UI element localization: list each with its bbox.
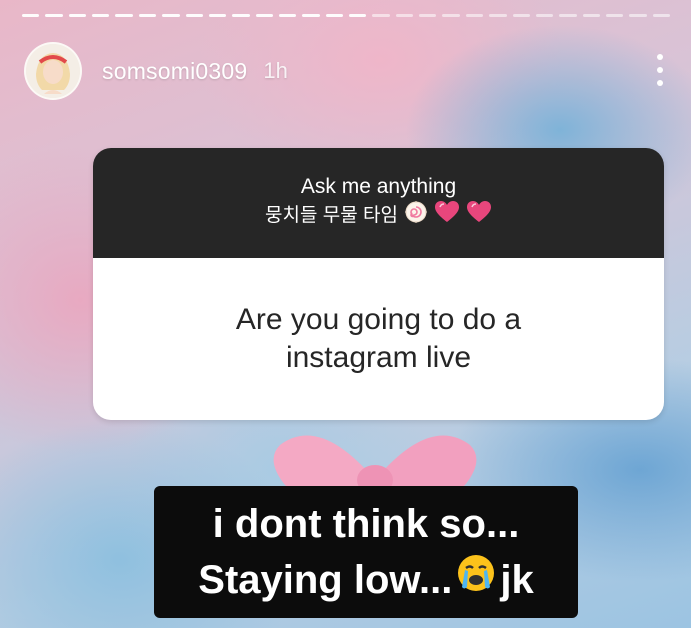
progress-segment	[372, 14, 390, 17]
progress-segment	[22, 14, 40, 17]
story-progress-bar	[22, 14, 671, 18]
progress-segment	[582, 14, 600, 17]
progress-segment	[68, 14, 87, 17]
progress-segment	[255, 14, 273, 17]
progress-segment	[512, 14, 530, 17]
post-time: 1h	[263, 58, 288, 83]
more-vertical-icon[interactable]	[655, 50, 665, 90]
progress-segment	[419, 14, 437, 17]
progress-segment	[349, 14, 367, 17]
progress-segment	[92, 14, 110, 17]
caption-line-2-text: Staying low...	[198, 558, 453, 602]
heart-icon	[434, 200, 460, 232]
progress-segment	[465, 14, 484, 17]
avatar[interactable]	[24, 42, 82, 100]
progress-segment	[489, 14, 507, 17]
progress-segment	[442, 14, 460, 17]
question-sticker: Ask me anything 뭉치들 무물 타임 Are you going …	[93, 148, 664, 420]
question-sticker-body: Are you going to do a instagram live	[93, 258, 664, 420]
caption-line-2-suffix: jk	[500, 558, 534, 602]
progress-segment	[45, 14, 63, 17]
progress-segment	[115, 14, 133, 17]
progress-segment	[278, 14, 297, 17]
fish-cake-icon	[404, 200, 428, 232]
question-sticker-title: Ask me anything	[300, 175, 457, 198]
crying-face-icon	[456, 552, 496, 608]
question-sticker-header: Ask me anything 뭉치들 무물 타임	[93, 148, 664, 258]
progress-segment	[302, 14, 320, 17]
story-caption: i dont think so... Staying low... jk	[154, 486, 578, 618]
progress-segment	[535, 14, 554, 17]
progress-segment	[232, 14, 250, 17]
progress-segment	[652, 14, 671, 17]
progress-segment	[208, 14, 227, 17]
progress-segment	[559, 14, 577, 17]
progress-segment	[325, 14, 344, 17]
question-sticker-subtitle: 뭉치들 무물 타임	[265, 205, 398, 226]
story-header: somsomi0309 1h	[24, 40, 679, 102]
question-sticker-subtitle-row: 뭉치들 무물 타임	[265, 200, 492, 232]
progress-segment	[605, 14, 624, 17]
progress-segment	[185, 14, 203, 17]
progress-segment	[138, 14, 157, 17]
progress-segment	[162, 14, 180, 17]
progress-segment	[629, 14, 647, 17]
question-text: Are you going to do a instagram live	[235, 303, 522, 374]
caption-line-1: i dont think so...	[212, 502, 520, 546]
heart-icon	[466, 200, 492, 232]
caption-line-2: Staying low... jk	[198, 552, 534, 608]
progress-segment	[395, 14, 414, 17]
username[interactable]: somsomi0309	[102, 58, 247, 85]
